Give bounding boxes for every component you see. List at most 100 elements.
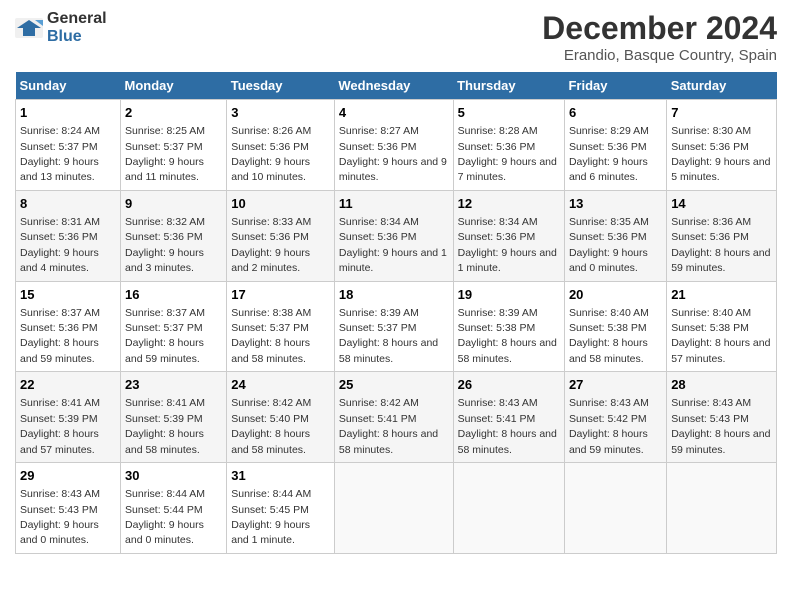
- cell-sunrise: Sunrise: 8:44 AMSunset: 5:45 PMDaylight:…: [231, 488, 311, 546]
- cell-sunrise: Sunrise: 8:30 AMSunset: 5:36 PMDaylight:…: [671, 125, 770, 183]
- calendar-cell: [453, 463, 564, 554]
- cell-sunrise: Sunrise: 8:32 AMSunset: 5:36 PMDaylight:…: [125, 216, 205, 274]
- logo-general: General: [47, 10, 107, 27]
- cell-sunrise: Sunrise: 8:40 AMSunset: 5:38 PMDaylight:…: [671, 307, 770, 365]
- calendar-cell: 13Sunrise: 8:35 AMSunset: 5:36 PMDayligh…: [564, 190, 666, 281]
- logo-icon: [15, 18, 43, 38]
- calendar-cell: 2 Sunrise: 8:25 AMSunset: 5:37 PMDaylight…: [121, 100, 227, 191]
- day-number: 25: [339, 376, 449, 394]
- calendar-cell: [334, 463, 453, 554]
- day-number: 30: [125, 467, 222, 485]
- calendar-cell: 10Sunrise: 8:33 AMSunset: 5:36 PMDayligh…: [227, 190, 335, 281]
- day-number: 10: [231, 195, 330, 213]
- cell-sunrise: Sunrise: 8:43 AMSunset: 5:42 PMDaylight:…: [569, 397, 649, 455]
- day-number: 29: [20, 467, 116, 485]
- calendar-cell: 7Sunrise: 8:30 AMSunset: 5:36 PMDaylight…: [667, 100, 777, 191]
- cell-sunrise: Sunrise: 8:43 AMSunset: 5:41 PMDaylight:…: [458, 397, 557, 455]
- calendar-cell: 14 Sunrise: 8:36 AMSunset: 5:36 PMDayligh…: [667, 190, 777, 281]
- day-number: 4: [339, 104, 449, 122]
- day-header-monday: Monday: [121, 72, 227, 100]
- cell-sunrise: Sunrise: 8:26 AMSunset: 5:36 PMDaylight:…: [231, 125, 311, 183]
- cell-sunrise: Sunrise: 8:34 AMSunset: 5:36 PMDaylight:…: [458, 216, 557, 274]
- day-number: 13: [569, 195, 662, 213]
- day-number: 26: [458, 376, 560, 394]
- cell-sunrise: Sunrise: 8:38 AMSunset: 5:37 PMDaylight:…: [231, 307, 311, 365]
- cell-sunrise: Sunrise: 8:25 AMSunset: 5:37 PMDaylight:…: [125, 125, 205, 183]
- day-number: 27: [569, 376, 662, 394]
- header: General Blue December 2024 Erandio, Basq…: [15, 10, 777, 64]
- calendar-cell: 31 Sunrise: 8:44 AMSunset: 5:45 PMDayligh…: [227, 463, 335, 554]
- title-area: December 2024 Erandio, Basque Country, S…: [542, 10, 777, 64]
- week-row-2: 8 Sunrise: 8:31 AMSunset: 5:36 PMDaylight…: [16, 190, 777, 281]
- day-header-tuesday: Tuesday: [227, 72, 335, 100]
- cell-sunrise: Sunrise: 8:39 AMSunset: 5:37 PMDaylight:…: [339, 307, 438, 365]
- cell-sunrise: Sunrise: 8:41 AMSunset: 5:39 PMDaylight:…: [125, 397, 205, 455]
- day-number: 15: [20, 286, 116, 304]
- calendar-cell: 6 Sunrise: 8:29 AMSunset: 5:36 PMDaylight…: [564, 100, 666, 191]
- cell-sunrise: Sunrise: 8:34 AMSunset: 5:36 PMDaylight:…: [339, 216, 447, 274]
- calendar-cell: 19 Sunrise: 8:39 AMSunset: 5:38 PMDayligh…: [453, 281, 564, 372]
- subtitle: Erandio, Basque Country, Spain: [542, 47, 777, 64]
- header-row: SundayMondayTuesdayWednesdayThursdayFrid…: [16, 72, 777, 100]
- calendar-cell: 17 Sunrise: 8:38 AMSunset: 5:37 PMDayligh…: [227, 281, 335, 372]
- calendar-cell: [564, 463, 666, 554]
- day-number: 14: [671, 195, 772, 213]
- page-container: General Blue December 2024 Erandio, Basq…: [0, 0, 792, 564]
- day-header-sunday: Sunday: [16, 72, 121, 100]
- cell-sunrise: Sunrise: 8:24 AMSunset: 5:37 PMDaylight:…: [20, 125, 100, 183]
- calendar-cell: 26 Sunrise: 8:43 AMSunset: 5:41 PMDayligh…: [453, 372, 564, 463]
- day-number: 6: [569, 104, 662, 122]
- day-number: 20: [569, 286, 662, 304]
- cell-sunrise: Sunrise: 8:43 AMSunset: 5:43 PMDaylight:…: [20, 488, 100, 546]
- day-header-wednesday: Wednesday: [334, 72, 453, 100]
- week-row-1: 1 Sunrise: 8:24 AMSunset: 5:37 PMDaylight…: [16, 100, 777, 191]
- day-number: 5: [458, 104, 560, 122]
- cell-sunrise: Sunrise: 8:37 AMSunset: 5:37 PMDaylight:…: [125, 307, 205, 365]
- day-number: 9: [125, 195, 222, 213]
- calendar-cell: 23Sunrise: 8:41 AMSunset: 5:39 PMDayligh…: [121, 372, 227, 463]
- day-number: 8: [20, 195, 116, 213]
- week-row-3: 15Sunrise: 8:37 AMSunset: 5:36 PMDayligh…: [16, 281, 777, 372]
- calendar-cell: 29 Sunrise: 8:43 AMSunset: 5:43 PMDayligh…: [16, 463, 121, 554]
- calendar-cell: 8 Sunrise: 8:31 AMSunset: 5:36 PMDaylight…: [16, 190, 121, 281]
- day-header-thursday: Thursday: [453, 72, 564, 100]
- day-number: 3: [231, 104, 330, 122]
- logo-text: General Blue: [47, 10, 107, 46]
- day-number: 31: [231, 467, 330, 485]
- cell-sunrise: Sunrise: 8:43 AMSunset: 5:43 PMDaylight:…: [671, 397, 770, 455]
- calendar-cell: 4Sunrise: 8:27 AMSunset: 5:36 PMDaylight…: [334, 100, 453, 191]
- calendar-table: SundayMondayTuesdayWednesdayThursdayFrid…: [15, 72, 777, 554]
- day-number: 21: [671, 286, 772, 304]
- calendar-cell: 1 Sunrise: 8:24 AMSunset: 5:37 PMDaylight…: [16, 100, 121, 191]
- day-header-friday: Friday: [564, 72, 666, 100]
- day-number: 28: [671, 376, 772, 394]
- day-number: 17: [231, 286, 330, 304]
- day-number: 24: [231, 376, 330, 394]
- calendar-cell: 5 Sunrise: 8:28 AMSunset: 5:36 PMDaylight…: [453, 100, 564, 191]
- day-number: 18: [339, 286, 449, 304]
- calendar-cell: 3 Sunrise: 8:26 AMSunset: 5:36 PMDaylight…: [227, 100, 335, 191]
- cell-sunrise: Sunrise: 8:29 AMSunset: 5:36 PMDaylight:…: [569, 125, 649, 183]
- calendar-cell: 28 Sunrise: 8:43 AMSunset: 5:43 PMDayligh…: [667, 372, 777, 463]
- cell-sunrise: Sunrise: 8:39 AMSunset: 5:38 PMDaylight:…: [458, 307, 557, 365]
- calendar-cell: 11 Sunrise: 8:34 AMSunset: 5:36 PMDayligh…: [334, 190, 453, 281]
- calendar-cell: 18 Sunrise: 8:39 AMSunset: 5:37 PMDayligh…: [334, 281, 453, 372]
- day-header-saturday: Saturday: [667, 72, 777, 100]
- calendar-cell: 12 Sunrise: 8:34 AMSunset: 5:36 PMDayligh…: [453, 190, 564, 281]
- calendar-cell: 20 Sunrise: 8:40 AMSunset: 5:38 PMDayligh…: [564, 281, 666, 372]
- cell-sunrise: Sunrise: 8:31 AMSunset: 5:36 PMDaylight:…: [20, 216, 100, 274]
- cell-sunrise: Sunrise: 8:28 AMSunset: 5:36 PMDaylight:…: [458, 125, 557, 183]
- cell-sunrise: Sunrise: 8:40 AMSunset: 5:38 PMDaylight:…: [569, 307, 649, 365]
- week-row-5: 29 Sunrise: 8:43 AMSunset: 5:43 PMDayligh…: [16, 463, 777, 554]
- day-number: 2: [125, 104, 222, 122]
- cell-sunrise: Sunrise: 8:42 AMSunset: 5:41 PMDaylight:…: [339, 397, 438, 455]
- cell-sunrise: Sunrise: 8:41 AMSunset: 5:39 PMDaylight:…: [20, 397, 100, 455]
- cell-sunrise: Sunrise: 8:36 AMSunset: 5:36 PMDaylight:…: [671, 216, 770, 274]
- day-number: 1: [20, 104, 116, 122]
- day-number: 12: [458, 195, 560, 213]
- calendar-cell: 25 Sunrise: 8:42 AMSunset: 5:41 PMDayligh…: [334, 372, 453, 463]
- day-number: 11: [339, 195, 449, 213]
- day-number: 19: [458, 286, 560, 304]
- calendar-cell: 15Sunrise: 8:37 AMSunset: 5:36 PMDayligh…: [16, 281, 121, 372]
- calendar-cell: 21 Sunrise: 8:40 AMSunset: 5:38 PMDayligh…: [667, 281, 777, 372]
